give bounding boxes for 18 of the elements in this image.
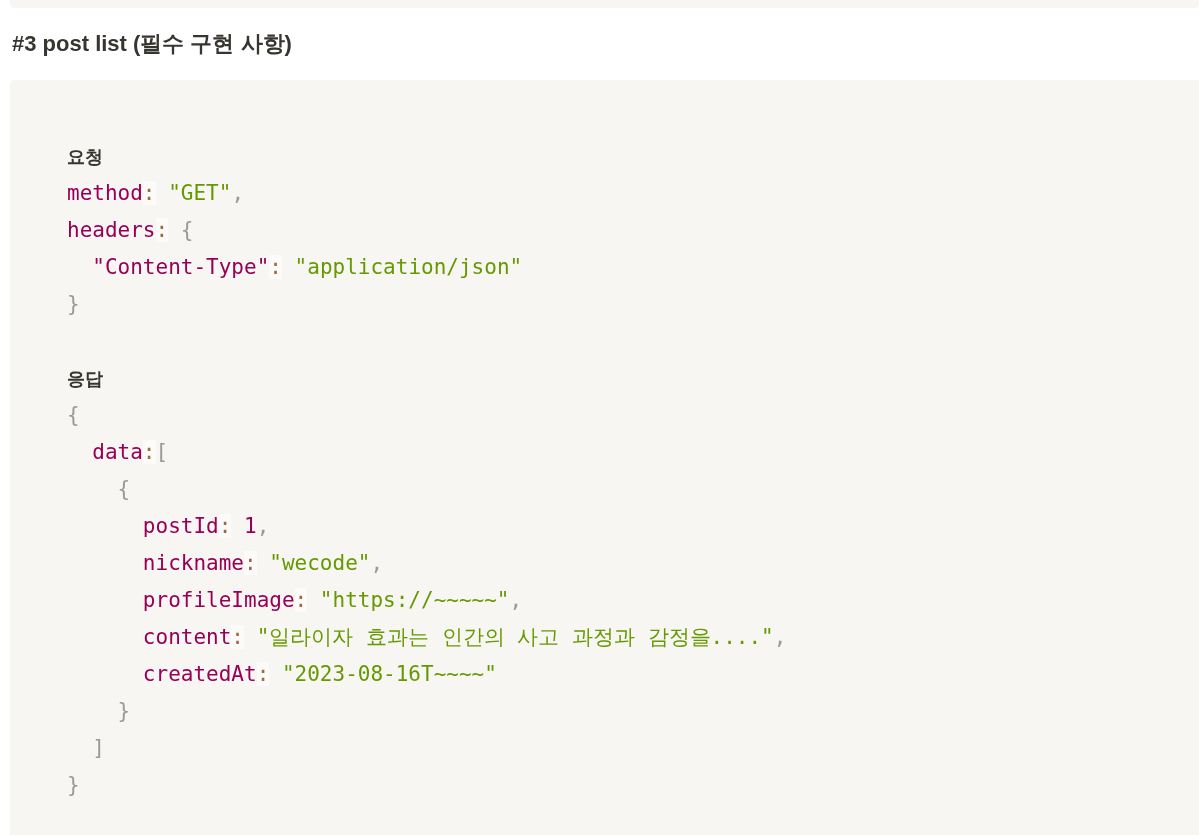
code-label: 응답: [67, 367, 103, 391]
code-line: postId: 1,: [142, 513, 270, 540]
code-line: content: "일라이자 효과는 인간의 사고 과정과 감정을....",: [142, 624, 787, 651]
code-line: method: "GET",: [67, 180, 245, 207]
code-line: {: [117, 476, 131, 503]
code-line: }: [117, 698, 131, 725]
code-line: createdAt: "2023-08-16T~~~~": [142, 661, 497, 688]
section-heading: #3 post list (필수 구현 사항): [11, 30, 293, 58]
code-line: profileImage: "https://~~~~~",: [142, 587, 523, 614]
code-line: headers: {: [67, 217, 194, 244]
code-line: ]: [92, 735, 105, 762]
code-line: data:[: [92, 439, 169, 466]
code-line: "Content-Type": "application/json": [92, 254, 523, 281]
code-line: }: [67, 772, 80, 799]
code-line: }: [67, 291, 80, 318]
code-label: 요청: [67, 145, 103, 169]
code-line: {: [67, 402, 80, 429]
code-line: nickname: "wecode",: [142, 550, 384, 577]
